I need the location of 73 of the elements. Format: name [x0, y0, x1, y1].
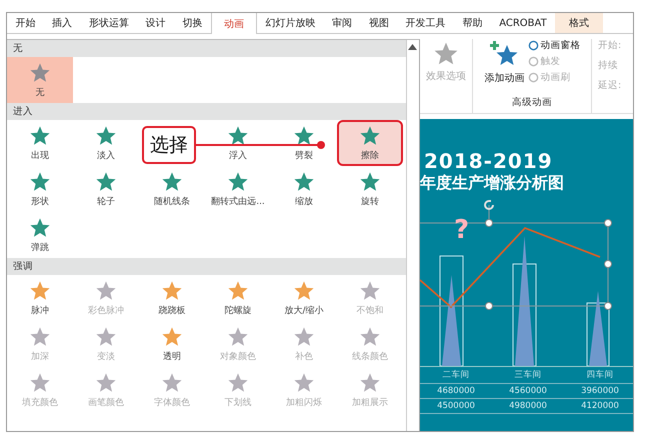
- timing-label: 延迟:: [598, 79, 622, 92]
- star-icon: [359, 124, 381, 146]
- star-icon: [95, 280, 117, 302]
- table-header: 三车间: [492, 367, 564, 384]
- effect-item[interactable]: 无: [7, 57, 73, 103]
- star-icon: [95, 326, 117, 348]
- ribbon-tab[interactable]: 开始: [7, 13, 44, 33]
- slide-title: 2018-2019: [423, 149, 554, 173]
- star-icon: [29, 216, 51, 238]
- star-icon: [161, 280, 183, 302]
- star-icon: [359, 280, 381, 302]
- ribbon-tab[interactable]: 插入: [44, 13, 81, 33]
- slide-subtitle: 年度生产增涨分析图: [420, 173, 565, 194]
- ribbon-tab[interactable]: 开发工具: [397, 13, 454, 33]
- star-icon: [293, 124, 315, 146]
- table-cell: 3960000: [564, 384, 633, 399]
- section-header: 强调: [7, 258, 406, 275]
- star-icon: [227, 280, 249, 302]
- ribbon-tab[interactable]: 视图: [360, 13, 398, 33]
- timing-label: 持续: [598, 59, 619, 72]
- star-icon: [359, 326, 381, 348]
- ribbon-tab[interactable]: 设计: [137, 13, 174, 33]
- star-icon: [227, 372, 249, 394]
- star-icon: [29, 326, 51, 348]
- star-icon: [293, 372, 315, 394]
- table-cell: 4980000: [492, 399, 564, 414]
- selection-frame[interactable]: [420, 204, 612, 310]
- ribbon-tab[interactable]: 动画: [210, 13, 257, 34]
- callout-label: 选择: [142, 126, 196, 164]
- group-label: 高级动画: [512, 96, 552, 109]
- star-icon: [161, 326, 183, 348]
- table-header: 二车间: [420, 367, 492, 384]
- star-icon: [29, 372, 51, 394]
- star-icon: [161, 170, 183, 192]
- timing-label: 开始:: [598, 39, 622, 52]
- ribbon-tab[interactable]: 形状运算: [80, 13, 138, 33]
- table-cell: 4680000: [420, 384, 492, 399]
- effect-item[interactable]: 擦除: [337, 120, 403, 166]
- rotate-handle-icon[interactable]: [483, 199, 495, 211]
- star-icon: [293, 280, 315, 302]
- star-icon: [95, 124, 117, 146]
- star-icon: [293, 326, 315, 348]
- star-icon: [29, 62, 51, 84]
- scrollbar[interactable]: [406, 40, 418, 431]
- star-icon: [227, 170, 249, 192]
- star-icon: [227, 124, 249, 146]
- section-header: 进入: [7, 103, 406, 120]
- ribbon-button[interactable]: 动画窗格: [528, 39, 580, 52]
- table-header: 四车间: [564, 367, 633, 384]
- table-cell: 4500000: [420, 399, 492, 414]
- star-icon: [293, 170, 315, 192]
- ribbon-tab[interactable]: 切换: [174, 13, 211, 33]
- section-header: 无: [7, 40, 406, 57]
- star-icon: [359, 372, 381, 394]
- star-icon: [29, 124, 51, 146]
- table-cell: 4560000: [492, 384, 564, 399]
- ribbon-tab[interactable]: ACROBAT: [490, 13, 556, 33]
- star-icon: [29, 280, 51, 302]
- star-icon: [161, 372, 183, 394]
- star-icon: [29, 170, 51, 192]
- star-icon: [227, 326, 249, 348]
- table-cell: 4120000: [564, 399, 633, 414]
- question-mark: ?: [454, 215, 470, 245]
- star-icon: [359, 170, 381, 192]
- star-icon: [95, 372, 117, 394]
- star-icon: [433, 41, 459, 67]
- ribbon-tab[interactable]: 帮助: [454, 13, 491, 33]
- scroll-up-icon[interactable]: [408, 44, 417, 50]
- add-animation-button[interactable]: 添加动画: [484, 39, 526, 87]
- ribbon-tab[interactable]: 格式: [555, 13, 604, 33]
- ribbon-tab[interactable]: 审阅: [324, 13, 360, 33]
- ribbon-tab[interactable]: 幻灯片放映: [256, 13, 324, 33]
- star-icon: [95, 170, 117, 192]
